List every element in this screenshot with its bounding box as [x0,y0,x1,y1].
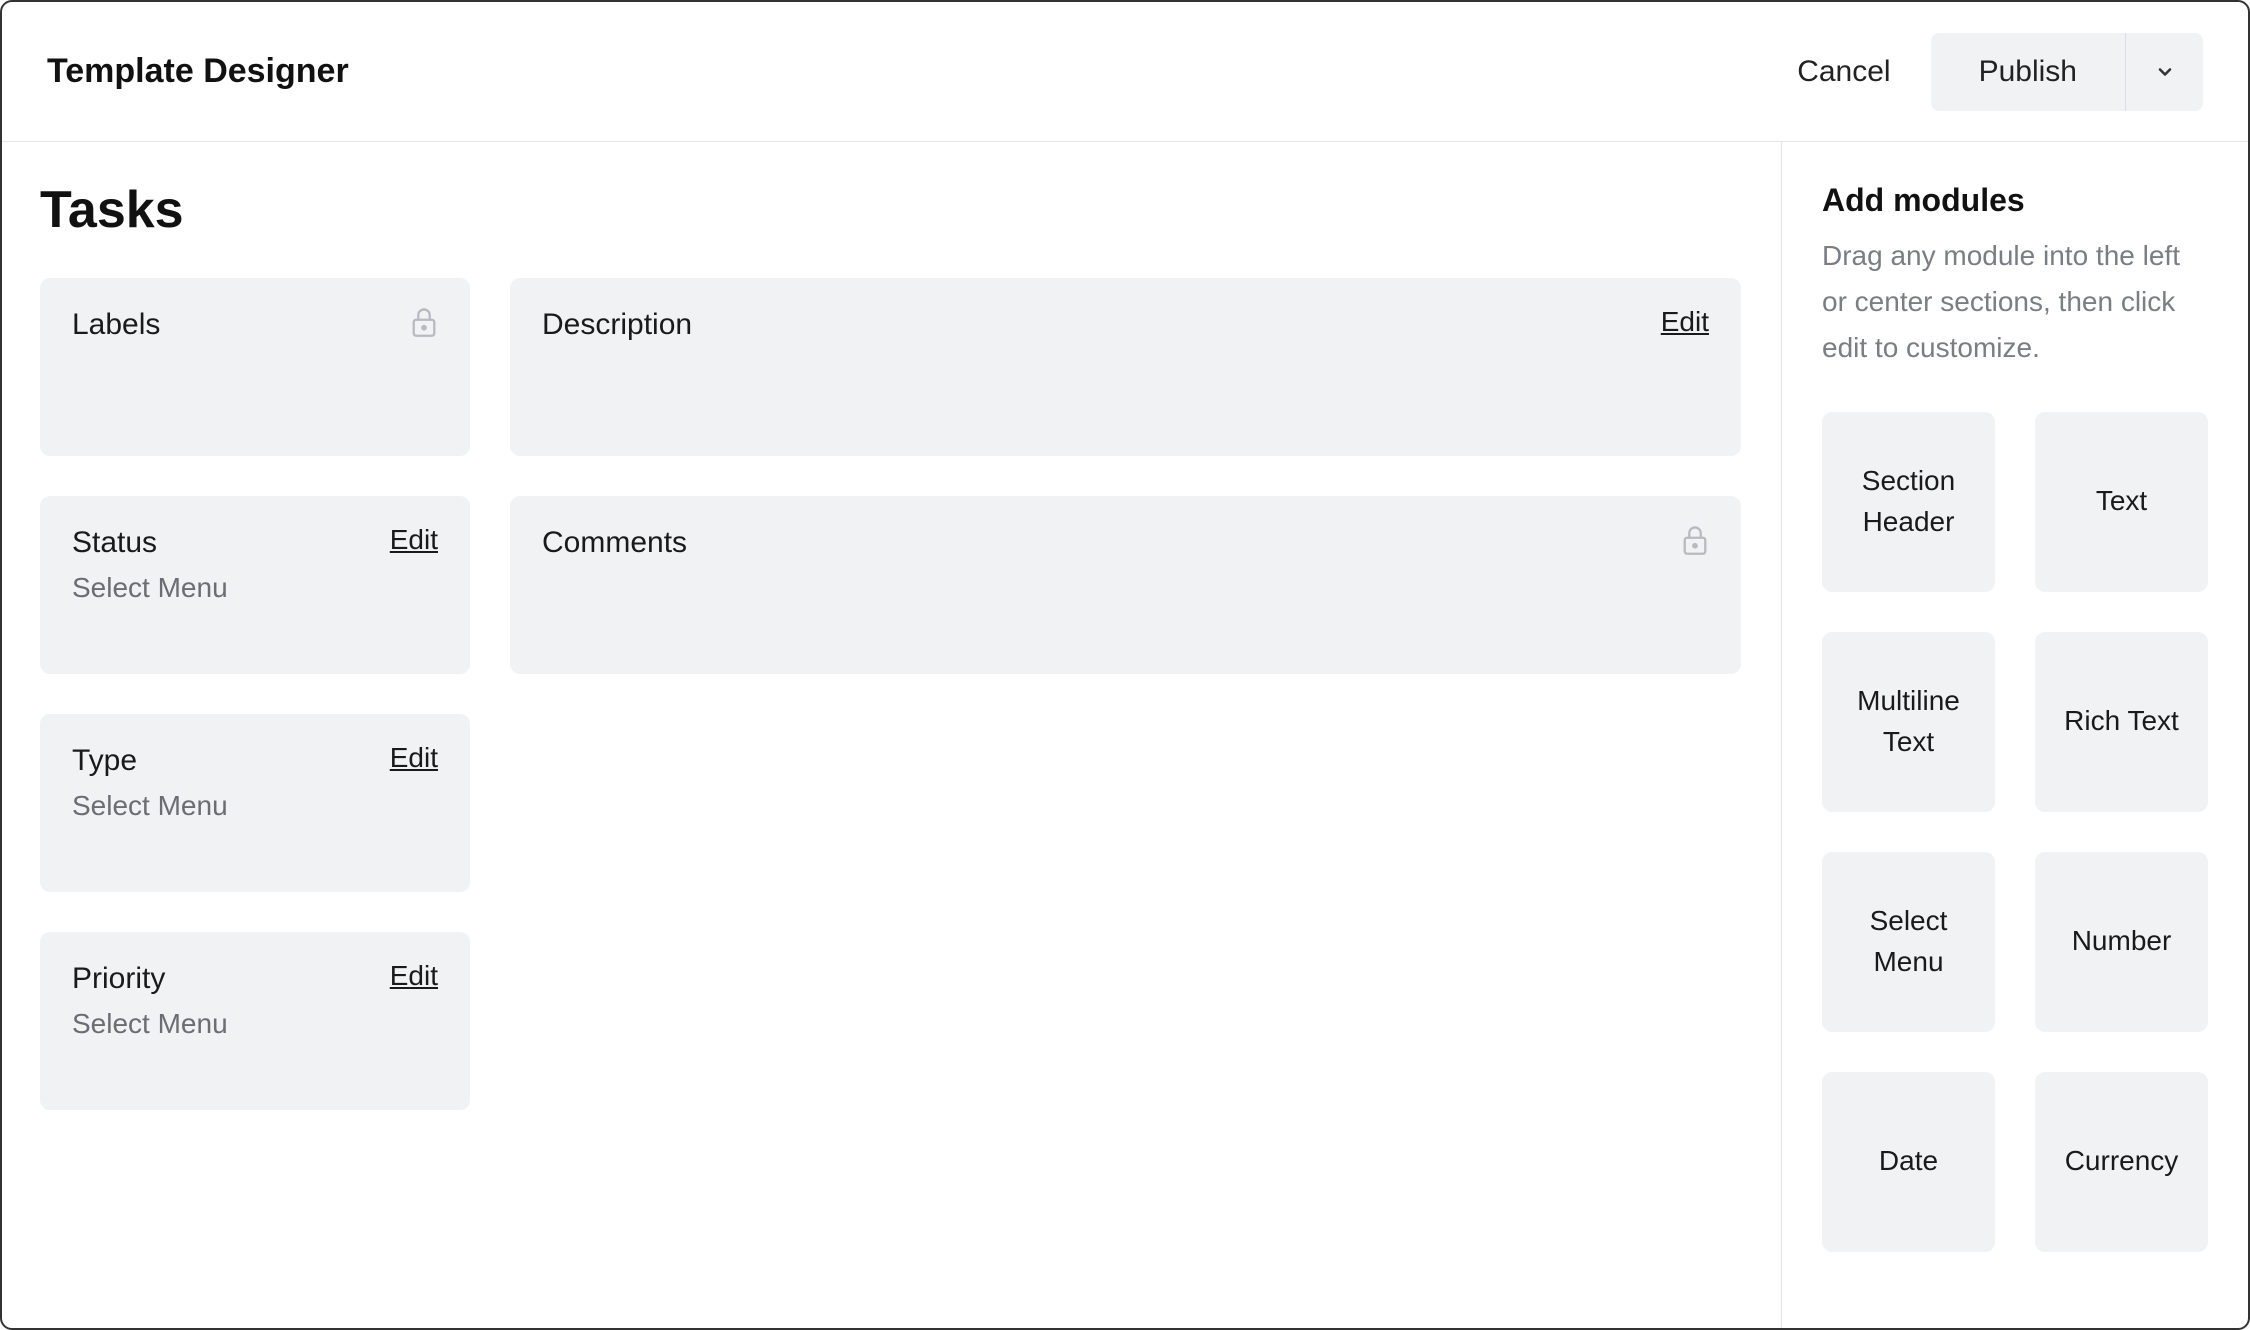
publish-dropdown-button[interactable] [2125,33,2203,111]
module-tile-section-header[interactable]: Section Header [1822,412,1995,592]
module-action: Edit [390,524,438,556]
edit-button[interactable]: Edit [390,742,438,774]
sidebar-description: Drag any module into the left or center … [1822,233,2208,372]
module-subtitle: Select Menu [72,790,438,822]
edit-button[interactable]: Edit [390,960,438,992]
module-action [410,306,438,338]
lock-icon [1681,524,1709,556]
module-action [1681,524,1709,556]
module-tile-currency[interactable]: Currency [2035,1072,2208,1252]
module-status[interactable]: Status Select Menu Edit [40,496,470,674]
left-column: Labels Status Select Menu Edit [40,278,470,1110]
module-title: Status [72,526,438,560]
lock-icon [410,306,438,338]
module-palette: Section Header Text Multiline Text Rich … [1822,412,2208,1252]
sidebar-panel: Add modules Drag any module into the lef… [1782,142,2248,1328]
module-tile-rich-text[interactable]: Rich Text [2035,632,2208,812]
module-action: Edit [1661,306,1709,338]
module-description[interactable]: Description Edit [510,278,1741,456]
edit-button[interactable]: Edit [390,524,438,556]
module-comments[interactable]: Comments [510,496,1741,674]
page-heading: Tasks [40,180,1741,240]
module-title: Labels [72,308,438,342]
main-area: Tasks Labels Status Select Menu [2,142,1782,1328]
publish-button-group: Publish [1931,33,2203,111]
module-tile-number[interactable]: Number [2035,852,2208,1032]
module-labels[interactable]: Labels [40,278,470,456]
edit-button[interactable]: Edit [1661,306,1709,338]
app-title: Template Designer [47,52,349,91]
module-title: Priority [72,962,438,996]
center-column: Description Edit Comments [510,278,1741,1110]
publish-button[interactable]: Publish [1931,33,2125,111]
module-tile-multiline-text[interactable]: Multiline Text [1822,632,1995,812]
top-bar: Template Designer Cancel Publish [2,2,2248,142]
module-title: Type [72,744,438,778]
module-priority[interactable]: Priority Select Menu Edit [40,932,470,1110]
cancel-button[interactable]: Cancel [1797,55,1890,89]
module-tile-text[interactable]: Text [2035,412,2208,592]
module-title: Comments [542,526,1709,560]
module-subtitle: Select Menu [72,1008,438,1040]
module-title: Description [542,308,1709,342]
top-actions: Cancel Publish [1797,33,2203,111]
layout-columns: Labels Status Select Menu Edit [40,278,1741,1110]
module-subtitle: Select Menu [72,572,438,604]
module-tile-select-menu[interactable]: Select Menu [1822,852,1995,1032]
sidebar-title: Add modules [1822,182,2208,219]
module-type[interactable]: Type Select Menu Edit [40,714,470,892]
module-action: Edit [390,960,438,992]
chevron-down-icon [2155,62,2175,82]
content-area: Tasks Labels Status Select Menu [2,142,2248,1328]
module-action: Edit [390,742,438,774]
module-tile-date[interactable]: Date [1822,1072,1995,1252]
